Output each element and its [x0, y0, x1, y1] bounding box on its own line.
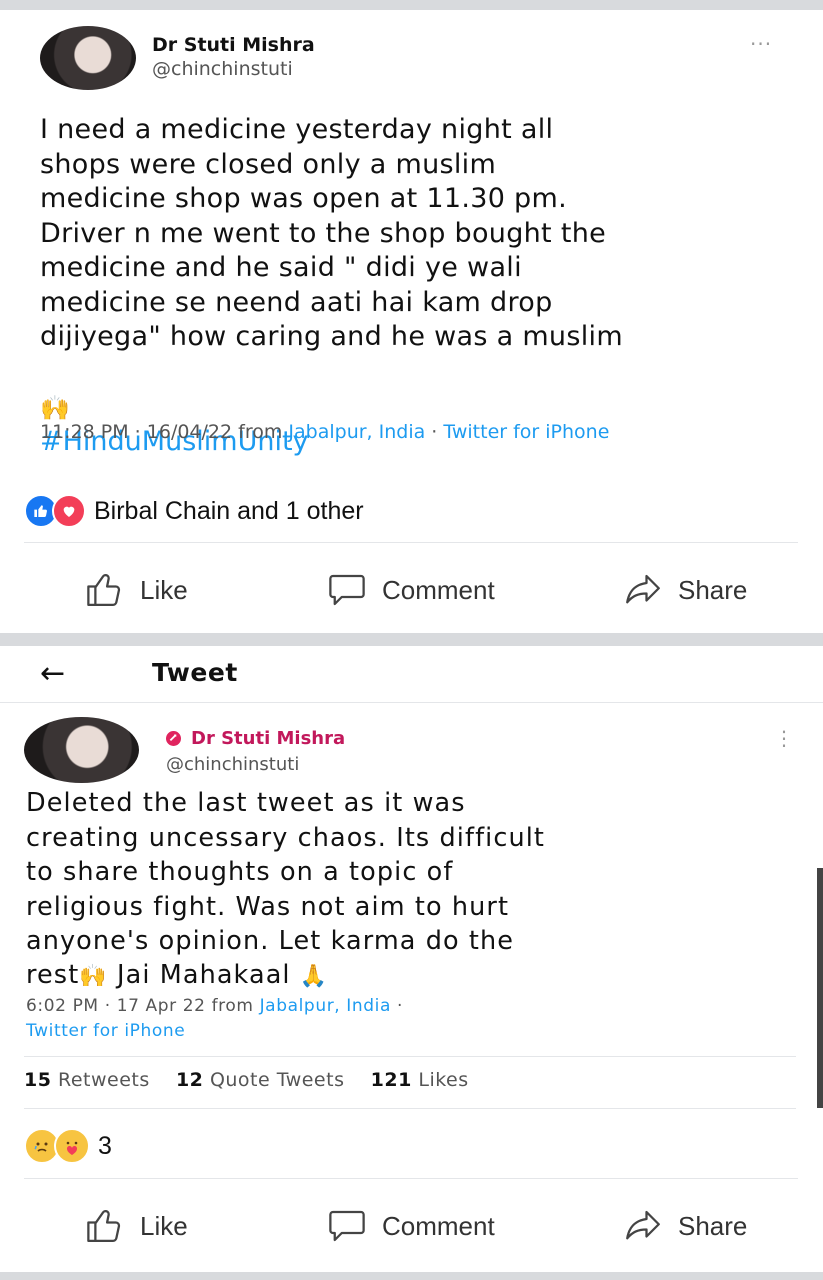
share-icon — [626, 1210, 660, 1240]
comment-button[interactable]: Comment — [326, 560, 495, 620]
author-avatar[interactable] — [40, 26, 136, 90]
comment-label: Comment — [382, 574, 495, 605]
like-button[interactable]: Like — [84, 560, 188, 620]
tweet-header-bar: ← Tweet — [0, 646, 823, 698]
author-name: Dr Stuti Mishra — [191, 728, 346, 749]
reactions-summary[interactable]: Birbal Chain and 1 other — [24, 494, 364, 528]
tweet-text: I need a medicine yesterday night all sh… — [40, 114, 623, 352]
share-button[interactable]: Share — [622, 560, 747, 620]
retweets-label[interactable]: Retweets — [58, 1069, 150, 1091]
folded-hands-icon: 🙏 — [299, 964, 329, 989]
divider — [24, 1178, 798, 1179]
tweet-stats: 15 Retweets 12 Quote Tweets 121 Likes — [24, 1069, 469, 1091]
tweet-time: 11:28 PM · 16/04/22 from — [40, 421, 289, 443]
meta-separator: · — [391, 996, 404, 1016]
tweet-text: Deleted the last tweet as it was creatin… — [26, 788, 545, 956]
tweet-text-jai-mahakaal: Jai Mahakaal — [107, 960, 300, 990]
like-label: Like — [140, 1210, 188, 1241]
comment-icon — [329, 574, 365, 606]
quotes-count: 12 — [175, 1069, 204, 1091]
like-button[interactable]: Like — [84, 1196, 188, 1256]
meta-separator: · — [425, 421, 444, 443]
author-handle[interactable]: @chinchinstuti — [152, 58, 293, 80]
reaction-count: 3 — [98, 1131, 112, 1160]
comment-button[interactable]: Comment — [326, 1196, 495, 1256]
tweet-text-last-line: rest🙌 Jai Mahakaal 🙏 — [26, 958, 328, 995]
tweet-meta: 6:02 PM · 17 Apr 22 from Jabalpur, India… — [26, 994, 746, 1044]
comment-icon — [329, 1210, 365, 1242]
quotes-label[interactable]: Quote Tweets — [210, 1069, 345, 1091]
source-link[interactable]: Twitter for iPhone — [26, 1021, 185, 1041]
action-bar: Like Comment Share — [0, 1196, 823, 1256]
divider — [0, 702, 823, 703]
page-title: Tweet — [152, 658, 238, 687]
author-name-row[interactable]: Dr Stuti Mishra — [166, 728, 345, 749]
likes-count: 121 — [370, 1069, 412, 1091]
reactions-summary[interactable]: 3 — [24, 1128, 112, 1164]
source-link[interactable]: Twitter for iPhone — [443, 421, 609, 443]
comment-label: Comment — [382, 1210, 495, 1241]
share-label: Share — [678, 1210, 748, 1241]
author-avatar[interactable] — [24, 717, 139, 783]
divider — [24, 1056, 796, 1057]
love-icon — [52, 494, 86, 528]
back-arrow-icon[interactable]: ← — [40, 656, 65, 691]
reactions-text: Birbal Chain and 1 other — [94, 496, 364, 525]
tweet-meta: 11:28 PM · 16/04/22 from Jabalpur, India… — [40, 420, 760, 445]
thumbs-up-icon — [87, 1210, 121, 1243]
more-options-icon[interactable]: ⋮ — [774, 726, 795, 750]
likes-label[interactable]: Likes — [418, 1069, 468, 1091]
scrollbar[interactable] — [817, 868, 823, 1108]
author-handle[interactable]: @chinchinstuti — [166, 754, 299, 775]
like-label: Like — [140, 574, 188, 605]
care-icon — [54, 1128, 90, 1164]
raised-hands-icon: 🙌 — [40, 393, 70, 422]
location-link[interactable]: Jabalpur, India — [288, 421, 425, 443]
share-label: Share — [678, 574, 748, 605]
thumbs-up-icon — [87, 574, 121, 607]
divider — [24, 542, 798, 543]
facebook-post-1: Dr Stuti Mishra @chinchinstuti ··· I nee… — [0, 10, 823, 633]
share-icon — [626, 574, 660, 604]
raised-hands-icon: 🙌 — [79, 964, 108, 989]
divider — [24, 1108, 796, 1109]
author-name[interactable]: Dr Stuti Mishra — [152, 34, 315, 56]
more-options-icon[interactable]: ··· — [750, 32, 772, 56]
verified-badge-icon — [166, 731, 181, 746]
tweet-text-rest: rest — [26, 960, 80, 990]
share-button[interactable]: Share — [622, 1196, 747, 1256]
retweets-count: 15 — [24, 1069, 52, 1091]
facebook-post-2: ← Tweet Dr Stuti Mishra @chinchinstuti ⋮… — [0, 646, 823, 1272]
tweet-time: 6:02 PM · 17 Apr 22 from — [26, 996, 260, 1016]
location-link[interactable]: Jabalpur, India — [260, 996, 391, 1016]
action-bar: Like Comment Share — [0, 560, 823, 620]
